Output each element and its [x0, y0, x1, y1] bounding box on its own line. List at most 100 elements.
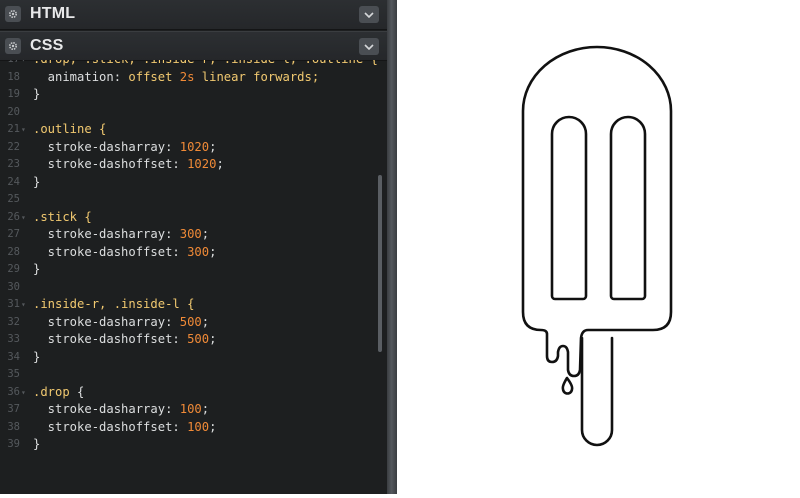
code-line[interactable]: 30: [0, 279, 387, 297]
code-token: 100: [187, 419, 210, 434]
code-token: .outline {: [33, 122, 107, 136]
code-line[interactable]: 35: [0, 366, 387, 384]
code-line[interactable]: 26 ▾ .stick {: [0, 209, 387, 227]
code-token: .inside-r, .inside-l {: [33, 297, 195, 311]
code-token: stroke-dasharray:: [33, 139, 180, 154]
pane-resize-handle[interactable]: [387, 0, 397, 494]
code-line[interactable]: 34}: [0, 349, 387, 367]
code-text: stroke-dashoffset: 500;: [33, 331, 217, 349]
code-line[interactable]: 27 stroke-dasharray: 300;: [0, 226, 387, 244]
fold-toggle-icon[interactable]: ▾: [21, 121, 26, 139]
code-token: stroke-dashoffset:: [33, 419, 188, 434]
css-code-area[interactable]: 17▾.drop, .stick, .inside-r, .inside-l, …: [0, 60, 387, 494]
code-line[interactable]: 22 stroke-dasharray: 1020;: [0, 139, 387, 157]
code-text: .drop, .stick, .inside-r, .inside-l, .ou…: [33, 60, 378, 69]
line-number: 35: [7, 368, 20, 380]
fold-toggle-icon[interactable]: ▾: [21, 60, 26, 69]
fold-toggle-icon[interactable]: ▾: [21, 296, 26, 314]
code-token: stroke-dashoffset:: [33, 157, 188, 171]
code-token: stroke-dashoffset:: [33, 332, 188, 346]
gear-icon: [8, 9, 18, 19]
code-line[interactable]: 32 stroke-dasharray: 500;: [0, 314, 387, 332]
code-text: stroke-dashoffset: 100;: [33, 419, 217, 437]
line-number: 23: [7, 158, 20, 170]
code-line[interactable]: 25: [0, 191, 387, 209]
code-token: 2s: [179, 69, 195, 84]
popsicle-outline: [521, 45, 673, 378]
html-panel-header[interactable]: HTML: [0, 0, 387, 30]
css-panel-header[interactable]: CSS: [0, 31, 387, 61]
code-line[interactable]: 38 stroke-dashoffset: 100;: [0, 419, 387, 437]
code-line[interactable]: 36 ▾ .drop {: [0, 384, 387, 402]
code-line[interactable]: 39}: [0, 436, 387, 454]
code-line[interactable]: 21 ▾ .outline {: [0, 121, 387, 139]
code-token: .drop: [33, 384, 78, 399]
code-token: stroke-dashoffset:: [33, 244, 188, 259]
line-number: 25: [7, 193, 20, 205]
code-line[interactable]: 37 stroke-dasharray: 100;: [0, 401, 387, 419]
popsicle-inside-right: [609, 115, 647, 301]
code-text: }: [33, 261, 40, 279]
editor-scrollbar[interactable]: [378, 175, 382, 352]
code-token: }: [33, 174, 41, 189]
code-token: }: [33, 349, 41, 364]
code-text: stroke-dashoffset: 1020;: [33, 156, 224, 174]
code-token: stroke-dasharray:: [33, 314, 180, 329]
code-text: stroke-dasharray: 500;: [33, 314, 209, 332]
code-text: .outline {: [33, 121, 106, 139]
line-number: 19: [7, 88, 20, 100]
fold-toggle-icon[interactable]: ▾: [21, 384, 26, 402]
css-collapse-button[interactable]: [359, 38, 379, 55]
fold-toggle-icon[interactable]: ▾: [21, 209, 26, 227]
line-number: 18: [7, 70, 20, 83]
line-number: 27: [7, 228, 20, 240]
code-line[interactable]: 24}: [0, 174, 387, 192]
code-token: ;: [209, 139, 217, 154]
code-editor[interactable]: HTML CSS 17▾.drop, .stick, .inside-r, .i…: [0, 0, 387, 494]
code-text: stroke-dasharray: 1020;: [33, 139, 217, 157]
line-number: 24: [7, 175, 20, 188]
html-settings-button[interactable]: [5, 6, 21, 22]
gear-icon: [8, 41, 18, 51]
line-number: 37: [7, 403, 20, 415]
line-number: 30: [7, 280, 20, 293]
code-token: ;: [209, 419, 217, 434]
html-collapse-button[interactable]: [359, 6, 379, 23]
code-line[interactable]: 33 stroke-dashoffset: 500;: [0, 331, 387, 349]
code-token: .stick {: [33, 209, 92, 224]
code-token: ;: [209, 244, 217, 259]
line-number: 29: [7, 263, 20, 275]
code-text: stroke-dashoffset: 300;: [33, 244, 217, 262]
code-token: 1020: [187, 157, 217, 171]
line-number: 22: [7, 140, 20, 153]
css-panel-title: CSS: [30, 37, 64, 54]
code-line[interactable]: 29}: [0, 261, 387, 279]
code-line[interactable]: 31 ▾ .inside-r, .inside-l {: [0, 296, 387, 314]
line-number: 26: [7, 210, 20, 223]
code-line[interactable]: 17▾ .drop, .stick, .inside-r, .inside-l, …: [0, 60, 387, 69]
line-number: 20: [7, 105, 20, 118]
code-text: }: [33, 349, 40, 367]
code-text: }: [33, 436, 40, 454]
code-token: offset: [128, 69, 173, 84]
css-settings-button[interactable]: [5, 38, 21, 54]
code-token: 500: [187, 332, 210, 346]
code-line[interactable]: 23 stroke-dashoffset: 1020;: [0, 156, 387, 174]
code-text: }: [33, 174, 40, 192]
line-number: 21: [7, 123, 20, 135]
popsicle-drop: [561, 376, 574, 395]
code-line[interactable]: 19}: [0, 86, 387, 104]
code-text: animation: offset 2s linear forwards;: [33, 69, 320, 87]
code-line[interactable]: 20: [0, 104, 387, 122]
line-number: 28: [7, 245, 20, 258]
code-line[interactable]: 18 animation: offset 2s linear forwards;: [0, 69, 387, 87]
code-line[interactable]: 28 stroke-dashoffset: 300;: [0, 244, 387, 262]
code-text: stroke-dasharray: 300;: [33, 226, 209, 244]
line-number: 31: [7, 298, 20, 310]
line-number: 34: [7, 350, 20, 363]
html-panel-title: HTML: [30, 5, 76, 22]
code-text: .stick {: [33, 209, 92, 227]
line-number: 33: [7, 333, 20, 345]
code-text: .drop {: [33, 384, 84, 402]
